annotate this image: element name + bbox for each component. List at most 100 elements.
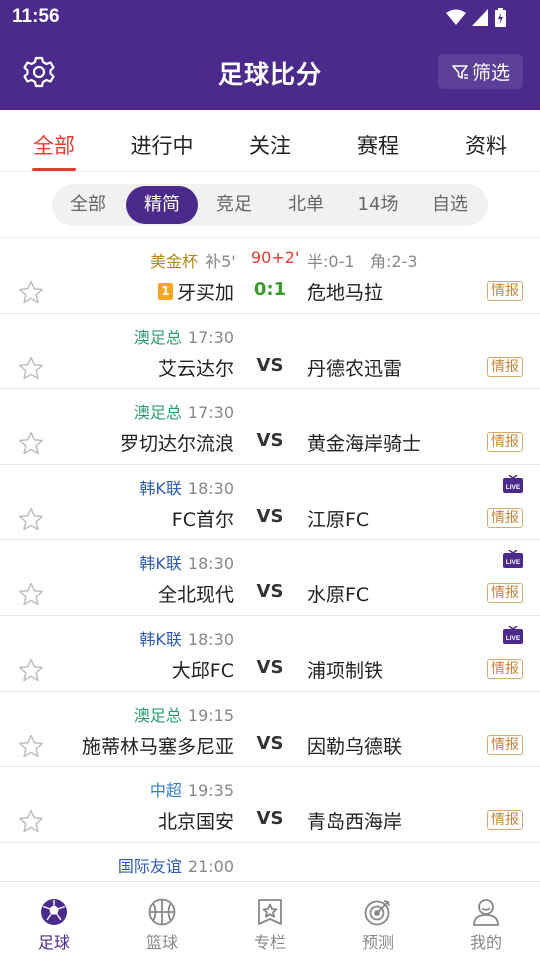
status-bar: 11:56 — [0, 0, 540, 36]
intel-button[interactable]: 情报 — [487, 734, 523, 755]
favorite-star-button[interactable] — [18, 582, 44, 606]
match-league: 韩K联 — [139, 478, 182, 498]
live-tv-icon[interactable]: LIVE — [503, 550, 523, 569]
nav-prediction[interactable]: 预测 — [324, 882, 432, 960]
match-corners: 角:2-3 — [370, 252, 418, 271]
intel-button[interactable]: 情报 — [487, 507, 523, 528]
intel-button[interactable]: 情报 — [487, 658, 523, 679]
away-team-name: 水原FC — [307, 584, 370, 607]
match-league: 澳足总 — [133, 403, 182, 423]
match-meta: 澳足总 19:15 — [0, 702, 234, 726]
basketball-icon — [148, 898, 176, 926]
match-time: 18:30 — [187, 629, 234, 649]
filter-button[interactable]: 筛选 — [438, 54, 523, 89]
match-halftime: 半:0-1 — [307, 252, 355, 271]
nav-label: 足球 — [37, 933, 70, 952]
rank-badge: 1 — [157, 283, 173, 300]
match-meta: 韩K联 18:30 — [0, 550, 234, 574]
app-header: 足球比分 筛选 — [0, 36, 540, 110]
away-team-name: 江原FC — [307, 508, 370, 531]
subtab-beidan[interactable]: 北单 — [270, 186, 342, 224]
match-time: 17:30 — [187, 403, 234, 423]
sub-filter-bar: 全部 精简 竞足 北单 14场 自选 — [0, 172, 540, 238]
favorite-star-button[interactable] — [18, 280, 44, 304]
star-icon — [19, 356, 43, 379]
target-icon — [364, 900, 390, 926]
intel-button[interactable]: 情报 — [487, 281, 523, 301]
intel-button[interactable]: 情报 — [487, 810, 523, 831]
tab-schedule[interactable]: 赛程 — [324, 110, 432, 171]
home-team-name: 罗切达尔流浪 — [119, 433, 234, 456]
subtab-all[interactable]: 全部 — [52, 186, 124, 224]
match-meta: 国际友谊 21:00 — [0, 853, 234, 877]
home-team-name: 施蒂林马塞多尼亚 — [81, 735, 234, 758]
live-tv-icon[interactable]: LIVE — [503, 625, 523, 644]
filter-label: 筛选 — [471, 62, 510, 84]
versus-label: VS — [256, 430, 284, 452]
match-time: 19:35 — [187, 781, 234, 801]
home-team-name: 大邱FC — [171, 659, 234, 682]
soccer-ball-icon — [41, 899, 67, 925]
battery-icon — [495, 8, 506, 27]
nav-soccer[interactable]: 足球 — [0, 882, 108, 960]
versus-label: VS — [256, 505, 284, 527]
versus-label: VS — [256, 354, 284, 376]
match-row[interactable]: 美金杯 补5' 90+2' 半:0-1 角:2-3 1 牙买加 0:1 危地马拉… — [0, 238, 540, 314]
favorite-star-button[interactable] — [18, 734, 44, 758]
nav-basketball[interactable]: 篮球 — [108, 882, 216, 960]
wifi-icon — [446, 9, 466, 25]
nav-column[interactable]: 专栏 — [216, 882, 324, 960]
match-meta: 韩K联 18:30 — [0, 626, 234, 650]
tab-following[interactable]: 关注 — [216, 110, 324, 171]
status-icons — [446, 8, 506, 27]
home-team-name: 艾云达尔 — [157, 357, 234, 380]
subtab-custom[interactable]: 自选 — [414, 186, 486, 224]
match-row[interactable]: 澳足总 17:30 艾云达尔 VS 丹德农迅雷 情报 — [0, 314, 540, 390]
subtab-14-matches[interactable]: 14场 — [342, 186, 414, 224]
intel-button[interactable]: 情报 — [487, 356, 523, 377]
nav-label: 预测 — [361, 933, 394, 952]
column-badge-icon — [258, 899, 282, 925]
bottom-nav: 足球 篮球 专栏 预测 我的 — [0, 881, 540, 960]
funnel-icon — [452, 64, 468, 79]
match-row[interactable]: 中超 19:35 北京国安 VS 青岛西海岸 情报 — [0, 767, 540, 843]
versus-label: VS — [256, 732, 284, 754]
favorite-star-button[interactable] — [18, 507, 44, 531]
live-tv-icon[interactable]: LIVE — [503, 474, 523, 493]
home-team-name: 北京国安 — [157, 811, 234, 834]
intel-button[interactable]: 情报 — [487, 583, 523, 604]
subtab-simplified[interactable]: 精简 — [126, 186, 198, 224]
match-row[interactable]: 澳足总 17:30 罗切达尔流浪 VS 黄金海岸骑士 情报 — [0, 389, 540, 465]
favorite-star-button[interactable] — [18, 658, 44, 682]
match-row[interactable]: 国际友谊 21:00 — [0, 843, 540, 881]
star-icon — [19, 658, 43, 682]
tab-all[interactable]: 全部 — [0, 110, 108, 171]
versus-label: VS — [256, 808, 284, 830]
match-league: 中超 — [149, 781, 182, 801]
subtab-jingzu[interactable]: 竞足 — [198, 186, 270, 224]
tab-in-progress[interactable]: 进行中 — [108, 110, 216, 171]
match-league: 美金杯 — [150, 252, 199, 271]
match-list: 美金杯 补5' 90+2' 半:0-1 角:2-3 1 牙买加 0:1 危地马拉… — [0, 238, 540, 881]
tab-info[interactable]: 资料 — [432, 110, 540, 171]
match-row[interactable]: 澳足总 19:15 施蒂林马塞多尼亚 VS 因勒乌德联 情报 — [0, 692, 540, 768]
home-team: 1 牙买加 — [157, 278, 234, 305]
live-label: LIVE — [506, 635, 521, 642]
star-icon — [19, 280, 43, 304]
home-team-name: 牙买加 — [176, 282, 234, 304]
match-meta: 韩K联 18:30 — [0, 475, 234, 499]
home-team-name: FC首尔 — [171, 508, 234, 531]
match-time: 21:00 — [187, 856, 234, 876]
favorite-star-button[interactable] — [18, 356, 44, 380]
sub-filter-pills: 全部 精简 竞足 北单 14场 自选 — [52, 184, 488, 226]
match-row[interactable]: 韩K联 18:30 LIVE FC首尔 VS 江原FC 情报 — [0, 465, 540, 541]
nav-profile[interactable]: 我的 — [432, 882, 540, 960]
match-row[interactable]: 韩K联 18:30 LIVE 全北现代 VS 水原FC 情报 — [0, 540, 540, 616]
favorite-star-button[interactable] — [18, 431, 44, 455]
favorite-star-button[interactable] — [18, 809, 44, 833]
match-row[interactable]: 韩K联 18:30 LIVE 大邱FC VS 浦项制铁 情报 — [0, 616, 540, 692]
status-time: 11:56 — [12, 6, 60, 27]
intel-button[interactable]: 情报 — [487, 432, 523, 453]
match-league: 澳足总 — [133, 705, 182, 725]
versus-label: VS — [256, 581, 284, 603]
